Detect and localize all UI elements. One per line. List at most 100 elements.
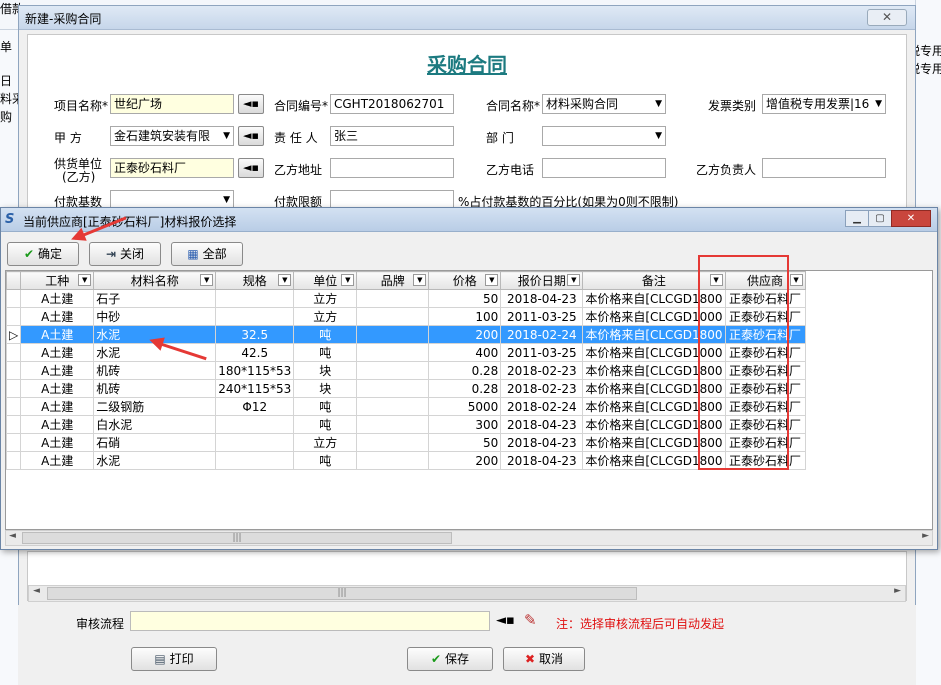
contract-name-select[interactable]: 材料采购合同 ▼ bbox=[542, 94, 666, 114]
table-cell: 2011-03-25 bbox=[500, 307, 584, 326]
table-row[interactable]: A土建 白水泥吨 300 2018-04-23 本价格来自[CLCGD1800 正泰砂石料… bbox=[6, 415, 806, 434]
table-cell: 吨 bbox=[293, 451, 358, 470]
party-a-label: 甲 方 bbox=[54, 131, 82, 145]
grid-horizontal-scrollbar[interactable]: ◄ ||| ► bbox=[5, 530, 933, 546]
supplier-picker-icon[interactable]: ◄▪ bbox=[238, 158, 264, 178]
column-header[interactable]: 价格 ▼ bbox=[428, 271, 502, 290]
table-cell: 吨 bbox=[293, 397, 358, 416]
bg-text: 购 bbox=[0, 110, 13, 124]
cancel-button[interactable]: ✖ 取消 bbox=[503, 647, 585, 671]
close-icon[interactable]: ✕ bbox=[891, 210, 931, 227]
table-cell: 立方 bbox=[293, 433, 358, 452]
popup-title: 当前供应商[正泰砂石料厂]材料报价选择 bbox=[23, 215, 237, 229]
maximize-icon[interactable]: ▢ bbox=[868, 210, 892, 227]
dialog-close-icon[interactable]: ✕ bbox=[867, 9, 907, 26]
party-b-phone-label: 乙方电话 bbox=[486, 163, 535, 177]
table-cell: A土建 bbox=[20, 325, 95, 344]
audit-note: 注：选择审核流程后可自动发起 bbox=[556, 617, 725, 631]
filter-dropdown-icon[interactable]: ▼ bbox=[567, 274, 581, 286]
table-row[interactable]: A土建 机砖 180*115*53 块 0.28 2018-02-23 本价格来自[CLCG… bbox=[6, 361, 806, 380]
column-header[interactable]: 报价日期 ▼ bbox=[500, 271, 584, 290]
supplier-column-highlight bbox=[698, 255, 789, 470]
contract-no-field[interactable]: CGHT2018062701 bbox=[330, 94, 454, 114]
detail-horizontal-scrollbar[interactable]: ◄ ||| ► bbox=[28, 585, 906, 602]
table-row[interactable]: A土建 水泥 42.5 吨 400 2011-03-25 本价格来自[CLCGD1000 正泰… bbox=[6, 343, 806, 362]
filter-dropdown-icon[interactable]: ▼ bbox=[485, 274, 499, 286]
table-row[interactable]: ▷ A土建 水泥 32.5 吨 200 2018-02-24 本价格来自[CLCGD1800 正… bbox=[6, 325, 806, 344]
column-header[interactable]: 单位 ▼ bbox=[293, 271, 358, 290]
invoice-select[interactable]: 增值税专用发票|16 ▼ bbox=[762, 94, 886, 114]
column-header[interactable]: 规格 ▼ bbox=[215, 271, 295, 290]
contract-form: 采购合同 项目名称* 世纪广场 ◄▪ 合同编号* CGHT2018062701 … bbox=[27, 34, 907, 224]
party-b-address-field[interactable] bbox=[330, 158, 454, 178]
supplier-label-sub: (乙方) bbox=[62, 170, 96, 184]
show-all-button[interactable]: ▦ 全部 bbox=[171, 242, 243, 266]
filter-dropdown-icon[interactable]: ▼ bbox=[278, 274, 292, 286]
table-cell bbox=[356, 397, 430, 416]
project-picker-icon[interactable]: ◄▪ bbox=[238, 94, 264, 114]
table-cell bbox=[215, 289, 295, 308]
contract-title: 采购合同 bbox=[427, 53, 507, 77]
column-header[interactable]: 材料名称 ▼ bbox=[93, 271, 217, 290]
table-row[interactable]: A土建 中砂 立方 100 2011-03-25 本价格来自[CLCGD1000 正泰砂石料… bbox=[6, 307, 806, 326]
table-cell: 180*115*53 bbox=[215, 361, 295, 380]
table-cell: A土建 bbox=[20, 289, 95, 308]
table-row[interactable]: A土建 石子 立方 50 2018-04-23 本价格来自[CLCGD1800 正泰砂石料厂 bbox=[6, 289, 806, 308]
scroll-right-icon[interactable]: ► bbox=[922, 531, 929, 541]
confirm-label: 确定 bbox=[38, 247, 63, 261]
print-button[interactable]: ▤ 打印 bbox=[131, 647, 217, 671]
table-cell: 吨 bbox=[293, 325, 358, 344]
party-b-contact-field[interactable] bbox=[762, 158, 886, 178]
column-header[interactable]: 品牌 ▼ bbox=[356, 271, 430, 290]
table-row[interactable]: A土建 水泥吨 200 2018-04-23 本价格来自[CLCGD1800 正泰砂石料厂 bbox=[6, 451, 806, 470]
filter-dropdown-icon[interactable]: ▼ bbox=[78, 274, 92, 286]
filter-dropdown-icon[interactable]: ▼ bbox=[200, 274, 214, 286]
row-indicator bbox=[6, 433, 22, 452]
window-buttons: ▁ ▢ ✕ bbox=[845, 210, 931, 228]
table-cell: 吨 bbox=[293, 415, 358, 434]
project-label: 项目名称* bbox=[54, 99, 109, 113]
supplier-field[interactable]: 正泰砂石料厂 bbox=[110, 158, 234, 178]
audit-picker-icon[interactable]: ◄▪ bbox=[496, 613, 515, 628]
party-b-contact-label: 乙方负责人 bbox=[696, 163, 757, 177]
app-logo-icon: S bbox=[5, 212, 15, 227]
table-cell: 2018-02-24 bbox=[500, 397, 584, 416]
table-cell: 32.5 bbox=[215, 325, 295, 344]
scroll-left-icon[interactable]: ◄ bbox=[33, 586, 40, 596]
project-field[interactable]: 世纪广场 bbox=[110, 94, 234, 114]
invoice-value: 增值税专用发票|16 bbox=[766, 97, 870, 111]
party-b-phone-field[interactable] bbox=[542, 158, 666, 178]
price-grid: 工种 ▼ 材料名称 ▼ 规格 ▼ 单位 ▼ 品牌 ▼ 价格 ▼ 报价日期 ▼ 备注 ▼ 供应商 ▼… bbox=[5, 270, 933, 530]
table-cell: 2018-02-23 bbox=[500, 379, 584, 398]
table-cell bbox=[356, 343, 430, 362]
popup-close-button[interactable]: ⇥ 关闭 bbox=[89, 242, 161, 266]
party-a-picker-icon[interactable]: ◄▪ bbox=[238, 126, 264, 146]
contract-name-value: 材料采购合同 bbox=[546, 97, 619, 111]
minimize-icon[interactable]: ▁ bbox=[845, 210, 869, 227]
audit-flow-field[interactable] bbox=[130, 611, 490, 631]
filter-dropdown-icon[interactable]: ▼ bbox=[789, 274, 803, 286]
clear-brush-icon[interactable]: ✎ bbox=[524, 611, 537, 629]
table-row[interactable]: A土建 机砖 240*115*53 块 0.28 2018-02-23 本价格来自[CLCG… bbox=[6, 379, 806, 398]
scroll-left-icon[interactable]: ◄ bbox=[9, 531, 16, 541]
table-cell: 2018-04-23 bbox=[500, 451, 584, 470]
row-indicator bbox=[6, 343, 22, 362]
party-a-select[interactable]: 金石建筑安装有限 ▼ bbox=[110, 126, 234, 146]
scroll-thumb[interactable]: ||| bbox=[47, 587, 637, 600]
row-indicator bbox=[6, 361, 22, 380]
responsible-field[interactable]: 张三 bbox=[330, 126, 454, 146]
column-header-label: 工种 bbox=[45, 274, 70, 288]
column-header-label: 品牌 bbox=[380, 274, 405, 288]
save-button[interactable]: ✔ 保存 bbox=[407, 647, 493, 671]
table-cell: 2011-03-25 bbox=[500, 343, 584, 362]
table-row[interactable]: A土建 石硝 立方 50 2018-04-23 本价格来自[CLCGD1800 正泰砂石料厂 bbox=[6, 433, 806, 452]
scroll-thumb[interactable]: ||| bbox=[22, 532, 452, 544]
filter-dropdown-icon[interactable]: ▼ bbox=[413, 274, 427, 286]
scroll-right-icon[interactable]: ► bbox=[894, 586, 901, 596]
column-header[interactable]: 工种 ▼ bbox=[20, 271, 95, 290]
dept-select[interactable]: ▼ bbox=[542, 126, 666, 146]
confirm-button[interactable]: ✔ 确定 bbox=[7, 242, 79, 266]
table-row[interactable]: A土建 二级钢筋 Φ12 吨 5000 2018-02-24 本价格来自[CLCGD1800… bbox=[6, 397, 806, 416]
filter-dropdown-icon[interactable]: ▼ bbox=[341, 274, 355, 286]
table-cell bbox=[356, 415, 430, 434]
